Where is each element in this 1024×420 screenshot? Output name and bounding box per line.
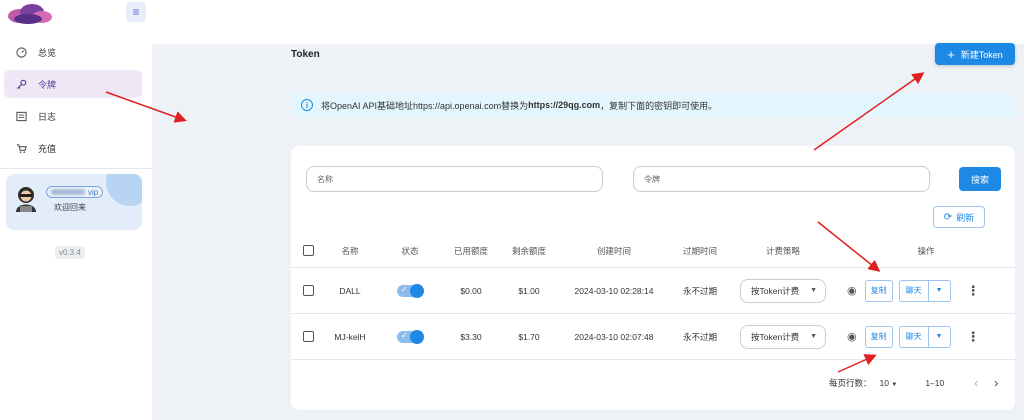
menu-icon: ≡ [132, 5, 140, 19]
token-search-input[interactable]: 令牌 [633, 166, 930, 192]
header-remaining: 剩余额度 [511, 245, 546, 256]
refresh-icon: ⟳ [943, 211, 953, 223]
user-card[interactable]: vip 欢迎回来 [6, 174, 142, 230]
welcome-text: 欢迎回来 [54, 203, 86, 212]
sidebar-item-label: 总览 [38, 47, 57, 58]
alert-suffix: ，复制下面的密钥即可使用。 [600, 100, 718, 111]
row-checkbox[interactable] [302, 285, 314, 296]
caret-down-icon: ▼ [891, 382, 898, 388]
new-token-button[interactable]: + 新建Token [935, 43, 1015, 65]
check-icon: ✓ [401, 284, 408, 294]
pagination: 每页行数： 10 ▼ 1–10 ‹ › [829, 376, 998, 390]
status-toggle[interactable]: ✓ [397, 329, 424, 344]
blurred-username [51, 189, 85, 195]
dashboard-icon [14, 45, 28, 59]
plus-icon: + [947, 46, 955, 62]
billing-select[interactable]: 按Token计费 ▼ [740, 324, 826, 349]
refresh-button[interactable]: ⟳ 刷新 [933, 206, 985, 228]
expire-time: 永不过期 [682, 285, 717, 296]
header-name: 名称 [341, 245, 359, 256]
table-header: 名称 状态 已用额度 剩余额度 创建时间 过期时间 计费策略 操作 [291, 234, 1015, 268]
header-expires: 过期时间 [682, 245, 717, 256]
sidebar: ≡ 总览 令牌 日志 充值 vip 欢迎回来 v0.3.4 [0, 0, 152, 420]
alert-prefix: 将OpenAI API基础地址https://api.openai.com替换为 [321, 100, 529, 111]
sidebar-item-logs[interactable]: 日志 [4, 102, 142, 130]
select-all-checkbox[interactable] [302, 245, 314, 256]
header-actions: 操作 [917, 245, 935, 256]
log-icon [14, 109, 28, 123]
created-time: 2024-03-10 02:28:14 [574, 285, 654, 296]
info-alert: i 将OpenAI API基础地址https://api.openai.com替… [291, 93, 1015, 117]
more-vert-icon[interactable]: ⋮ [967, 329, 980, 345]
page-range: 1–10 [925, 378, 945, 388]
chat-dropdown-button[interactable]: ▼ [928, 325, 951, 348]
next-page-icon[interactable]: › [994, 376, 998, 390]
table-row: DALL ✓ $0.00 $1.00 2024-03-10 02:28:14 永… [291, 268, 1015, 314]
caret-down-icon: ▼ [810, 287, 817, 294]
search-button[interactable]: 搜索 [959, 167, 1001, 191]
sidebar-divider [0, 168, 152, 169]
avatar [16, 187, 36, 212]
menu-toggle-button[interactable]: ≡ [126, 2, 146, 22]
sidebar-item-overview[interactable]: 总览 [4, 38, 142, 66]
status-toggle[interactable]: ✓ [397, 283, 424, 298]
sidebar-item-label: 令牌 [38, 79, 57, 90]
rows-per-page-select[interactable]: 10 ▼ [880, 378, 898, 388]
page-title: Token [291, 49, 320, 60]
billing-select[interactable]: 按Token计费 ▼ [740, 278, 826, 303]
info-icon: i [301, 99, 313, 111]
more-vert-icon[interactable]: ⋮ [967, 283, 980, 299]
header-billing: 计费策略 [765, 245, 800, 256]
used-quota: $0.00 [460, 285, 482, 296]
copy-button[interactable]: 复制 [864, 279, 893, 302]
version-badge: v0.3.4 [55, 246, 85, 259]
user-name-badge: vip [46, 186, 104, 198]
logo [8, 4, 52, 24]
eye-icon[interactable]: ◉ [847, 284, 857, 297]
sidebar-item-label: 充值 [38, 143, 57, 154]
remaining-quota: $1.70 [518, 331, 540, 342]
sidebar-item-topup[interactable]: 充值 [4, 134, 142, 162]
token-name: MJ-kelH [334, 331, 366, 342]
used-quota: $3.30 [460, 331, 482, 342]
cart-icon [14, 141, 28, 155]
header-status: 状态 [401, 245, 419, 256]
name-search-input[interactable]: 名称 [306, 166, 603, 192]
sidebar-nav: 总览 令牌 日志 充值 [0, 36, 152, 166]
header-created: 创建时间 [596, 245, 631, 256]
alert-url: https://29qg.com [528, 100, 601, 110]
caret-down-icon: ▼ [810, 333, 817, 340]
chat-button[interactable]: 聊天 [898, 279, 929, 302]
prev-page-icon[interactable]: ‹ [974, 376, 978, 390]
sidebar-item-label: 日志 [38, 111, 57, 122]
header-used: 已用额度 [453, 245, 488, 256]
check-icon: ✓ [401, 330, 408, 340]
copy-button[interactable]: 复制 [864, 325, 893, 348]
tokens-card: 名称 令牌 搜索 ⟳ 刷新 名称 状态 已用额度 剩余额度 创建时间 过期时间 … [291, 146, 1015, 410]
topbar [152, 0, 1024, 44]
caret-down-icon: ▼ [935, 333, 943, 340]
rows-per-page-label: 每页行数： [829, 378, 872, 388]
chat-dropdown-button[interactable]: ▼ [928, 279, 951, 302]
token-name: DALL [339, 285, 361, 296]
sidebar-item-tokens[interactable]: 令牌 [4, 70, 142, 98]
chat-button[interactable]: 聊天 [898, 325, 929, 348]
key-icon [14, 77, 28, 91]
remaining-quota: $1.00 [518, 285, 540, 296]
eye-icon[interactable]: ◉ [847, 330, 857, 343]
expire-time: 永不过期 [682, 331, 717, 342]
created-time: 2024-03-10 02:07:48 [574, 331, 654, 342]
row-checkbox[interactable] [302, 331, 314, 342]
table-row: MJ-kelH ✓ $3.30 $1.70 2024-03-10 02:07:4… [291, 314, 1015, 360]
caret-down-icon: ▼ [935, 287, 943, 294]
